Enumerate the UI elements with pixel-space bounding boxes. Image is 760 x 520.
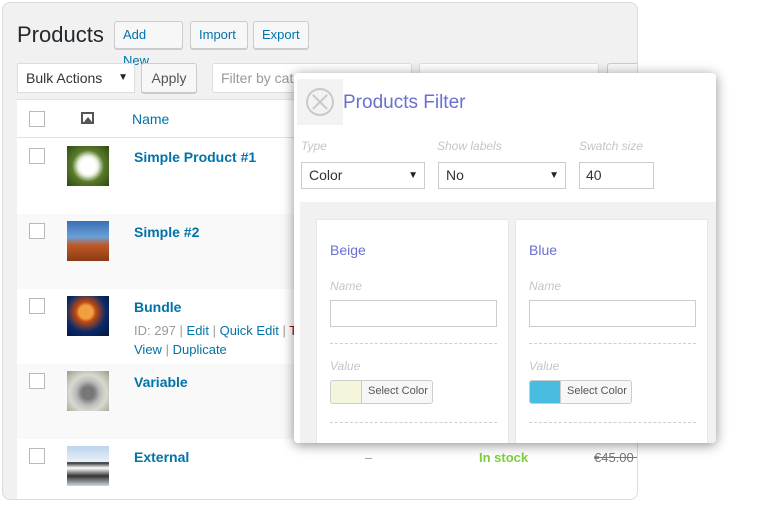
color-chip <box>530 381 561 403</box>
separator: | <box>282 323 286 338</box>
bulk-actions-select[interactable]: Bulk Actions ▼ <box>17 63 135 93</box>
value-label: Value <box>529 359 560 373</box>
type-label: Type <box>301 139 327 153</box>
product-name-link[interactable]: Variable <box>134 374 188 390</box>
row-checkbox[interactable] <box>29 148 45 164</box>
show-labels-value: No <box>446 167 464 183</box>
chevron-down-icon: ▼ <box>549 170 559 181</box>
swatch-size-input[interactable]: 40 <box>579 162 654 189</box>
import-button[interactable]: Import <box>190 21 248 49</box>
value-label: Value <box>330 359 361 373</box>
quick-edit-link[interactable]: Quick Edit <box>220 323 279 338</box>
jellyfish-image[interactable] <box>67 296 109 336</box>
divider <box>529 343 696 344</box>
separator: | <box>165 342 169 357</box>
type-select[interactable]: Color ▼ <box>301 162 425 189</box>
rock-image[interactable] <box>67 221 109 261</box>
row-actions: ID: 297 | Edit | Quick Edit | Tr View | … <box>134 321 304 359</box>
row-checkbox[interactable] <box>29 448 45 464</box>
name-input[interactable] <box>529 300 696 327</box>
apply-button[interactable]: Apply <box>141 63 197 93</box>
product-name-link[interactable]: Simple Product #1 <box>134 149 256 165</box>
name-label: Name <box>330 279 363 293</box>
select-color-button[interactable]: Select Color <box>529 380 632 404</box>
koala-image[interactable] <box>67 371 109 411</box>
flower-image[interactable] <box>67 146 109 186</box>
products-filter-dialog: Products Filter Type Show labels Swatch … <box>294 73 716 443</box>
row-checkbox[interactable] <box>29 298 45 314</box>
stock-status: In stock <box>479 450 529 465</box>
table-row: External – In stock €45.00 € <box>17 439 637 499</box>
product-name-link[interactable]: Bundle <box>134 299 181 315</box>
swatch-title: Blue <box>529 242 558 258</box>
swatch-title: Beige <box>330 242 366 258</box>
show-labels-label: Show labels <box>437 139 502 153</box>
page-title: Products <box>17 22 104 47</box>
chevron-down-icon: ▼ <box>408 170 418 181</box>
swatch-card-beige: Beige Name Value Select Color <box>316 219 509 443</box>
divider <box>330 343 497 344</box>
name-column-header[interactable]: Name <box>132 111 169 127</box>
sku-value: – <box>365 450 373 465</box>
type-value: Color <box>309 167 343 183</box>
name-label: Name <box>529 279 562 293</box>
row-checkbox[interactable] <box>29 373 45 389</box>
select-color-button[interactable]: Select Color <box>330 380 433 404</box>
close-button[interactable] <box>297 79 343 125</box>
color-chip <box>331 381 362 403</box>
export-button[interactable]: Export <box>253 21 309 49</box>
swatch-list: Beige Name Value Select Color Blue Name … <box>300 202 716 443</box>
select-all-checkbox[interactable] <box>29 111 45 127</box>
select-color-label: Select Color <box>368 385 428 397</box>
divider <box>330 422 497 423</box>
add-new-button[interactable]: Add New <box>114 21 183 68</box>
swatch-size-label: Swatch size <box>579 139 644 153</box>
product-name-link[interactable]: Simple #2 <box>134 224 199 240</box>
dialog-title: Products Filter <box>343 92 466 113</box>
bulk-actions-value: Bulk Actions <box>26 70 103 86</box>
chevron-down-icon: ▼ <box>118 72 128 83</box>
penguins-image[interactable] <box>67 446 109 486</box>
separator: | <box>212 323 216 338</box>
swatch-card-blue: Blue Name Value Select Color <box>515 219 708 443</box>
divider <box>529 422 696 423</box>
product-name-link[interactable]: External <box>134 449 189 465</box>
regular-price: €45.00 € <box>594 450 637 465</box>
name-input[interactable] <box>330 300 497 327</box>
duplicate-link[interactable]: Duplicate <box>173 342 227 357</box>
view-link[interactable]: View <box>134 342 162 357</box>
product-id-text: ID: 297 | <box>134 323 183 338</box>
row-checkbox[interactable] <box>29 223 45 239</box>
select-color-label: Select Color <box>567 385 627 397</box>
image-icon <box>81 112 94 124</box>
show-labels-select[interactable]: No ▼ <box>438 162 566 189</box>
edit-link[interactable]: Edit <box>187 323 209 338</box>
